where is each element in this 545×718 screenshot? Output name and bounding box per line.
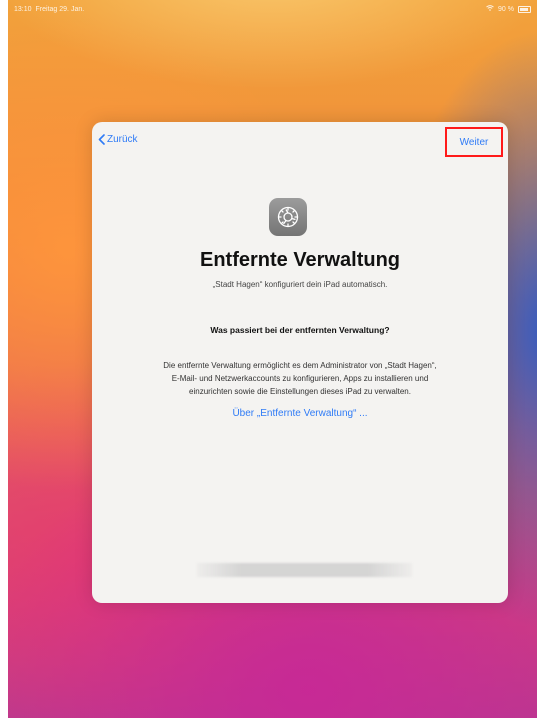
photo-frame: 13:10 Freitag 29. Jan. 90 % Zurück Weite… [0, 0, 545, 718]
blurred-footer-text [197, 563, 412, 577]
status-date: Freitag 29. Jan. [35, 5, 85, 13]
setup-sheet: Zurück Weiter Entfernte Verwaltung „Stad… [92, 122, 508, 603]
settings-gear-icon [269, 198, 307, 236]
battery-percent: 90 % [498, 5, 514, 13]
next-button-label: Weiter [459, 136, 489, 148]
ipad-screen: 13:10 Freitag 29. Jan. 90 % Zurück Weite… [8, 0, 537, 718]
battery-icon [518, 5, 531, 13]
status-right: 90 % [486, 5, 531, 13]
description-text: Die entfernte Verwaltung ermöglicht es d… [94, 359, 506, 398]
description-line: E-Mail- und Netzwerkaccounts zu konfigur… [171, 374, 429, 383]
wifi-icon [486, 5, 494, 13]
description-line: einzurichten sowie die Einstellungen die… [189, 387, 411, 396]
status-bar: 13:10 Freitag 29. Jan. 90 % [14, 3, 531, 15]
next-button[interactable]: Weiter [445, 127, 503, 157]
chevron-left-icon [98, 134, 105, 145]
description-line: Die entfernte Verwaltung ermöglicht es d… [163, 361, 437, 370]
page-subtitle: „Stadt Hagen“ konfiguriert dein iPad aut… [212, 280, 388, 289]
learn-more-link[interactable]: Über „Entfernte Verwaltung“ ... [92, 408, 508, 419]
status-time: 13:10 [14, 5, 32, 13]
status-left: 13:10 Freitag 29. Jan. [14, 6, 84, 13]
page-title: Entfernte Verwaltung [199, 249, 401, 271]
back-button[interactable]: Zurück [98, 134, 138, 145]
section-heading: Was passiert bei der entfernten Verwaltu… [210, 325, 390, 335]
back-button-label: Zurück [107, 134, 138, 145]
